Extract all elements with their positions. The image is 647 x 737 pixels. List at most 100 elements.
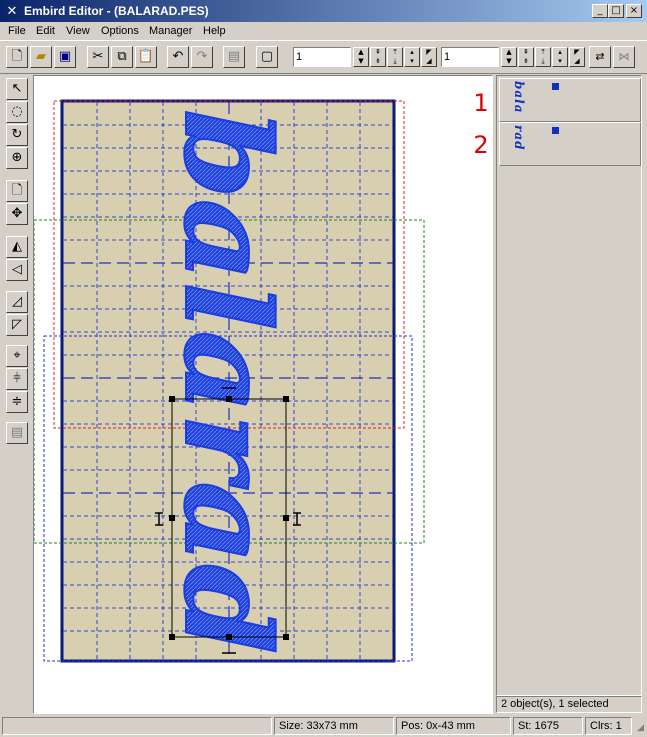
- rotate-right-tool[interactable]: ◸: [6, 314, 28, 336]
- flip-vertical-icon: ◁: [12, 262, 22, 277]
- spin-up-down-3[interactable]: ⤒ ⤓: [387, 47, 403, 67]
- align-horizontal-tool[interactable]: ≑: [6, 391, 28, 413]
- rotate-left-tool[interactable]: ◿: [6, 291, 28, 313]
- embroidered-design-text[interactable]: balarad: [157, 108, 298, 655]
- minimize-button[interactable]: _: [592, 4, 608, 18]
- spin-arrows-icon: ▴ ▾: [410, 48, 414, 65]
- object-1-number: 1: [473, 89, 489, 117]
- resize-handle-e[interactable]: [283, 515, 289, 521]
- zoom-icon: ⊕: [11, 150, 23, 165]
- rotate-tool[interactable]: ↻: [6, 124, 28, 146]
- maximize-button[interactable]: □: [608, 4, 624, 18]
- copy-button[interactable]: ⧉: [111, 46, 133, 68]
- color-marker-icon: [552, 127, 559, 134]
- border-icon: ▢: [260, 49, 274, 64]
- resize-handle-nw[interactable]: [169, 396, 175, 402]
- arrow-pointer-icon: ↖: [11, 81, 23, 96]
- undo-button[interactable]: ↶: [167, 46, 189, 68]
- mirror-button[interactable]: ⇄: [589, 46, 611, 68]
- spin-arrows-icon: ⇞ ⇟: [523, 48, 529, 65]
- border-button[interactable]: ▢: [256, 46, 278, 68]
- undo-icon: ↶: [172, 49, 184, 64]
- paste-icon: 📋: [137, 49, 155, 64]
- flip-horizontal-icon: ◭: [12, 239, 22, 254]
- design-workspace[interactable]: balarad: [33, 75, 493, 714]
- spin-arrows-icon: ⇞ ⇟: [375, 48, 381, 65]
- object-status: 2 object(s), 1 selected: [496, 696, 642, 713]
- mirror-icon: ⇄: [595, 50, 605, 63]
- spin-arrows-icon: ⤒ ⤓: [393, 48, 397, 65]
- merge-button[interactable]: ⋈: [613, 46, 635, 68]
- object-1-preview: bala: [512, 81, 526, 114]
- page-tool[interactable]: 🗋: [6, 180, 28, 202]
- object-item-1[interactable]: bala: [499, 78, 641, 122]
- object-item-2[interactable]: rad: [499, 122, 641, 166]
- close-button[interactable]: ×: [626, 4, 642, 18]
- save-icon: ▣: [58, 49, 72, 64]
- select-tool[interactable]: ↖: [6, 78, 28, 100]
- resize-handle-se[interactable]: [283, 634, 289, 640]
- align-vertical-tool[interactable]: ⫩: [6, 368, 28, 390]
- maximize-icon: □: [611, 5, 621, 16]
- spin-up-down-4[interactable]: ▴ ▾: [404, 47, 420, 67]
- spin-up-down-1[interactable]: ▲ ▼: [353, 47, 369, 67]
- spin-up-down-6[interactable]: ⇞ ⇟: [518, 47, 534, 67]
- status-size: Size: 33x73 mm: [274, 717, 394, 735]
- spin-up-down-2[interactable]: ⇞ ⇟: [370, 47, 386, 67]
- open-folder-icon: ▰: [36, 49, 46, 64]
- menu-bar: File Edit View Options Manager Help: [0, 22, 647, 40]
- status-stitches: St: 1675: [513, 717, 583, 735]
- value-field-1[interactable]: 1: [293, 47, 351, 67]
- spin-corner-1[interactable]: ◤ ◢: [421, 47, 437, 67]
- spin-arrows-icon: ▴ ▾: [558, 48, 562, 65]
- status-position: Pos: 0x-43 mm: [396, 717, 511, 735]
- minimize-icon: _: [597, 5, 603, 16]
- title-bar[interactable]: ✕ Embird Editor - (BALARAD.PES) _ □ ×: [0, 0, 647, 22]
- corner-arrows-icon: ◤ ◢: [426, 48, 432, 65]
- design-canvas[interactable]: balarad: [34, 76, 492, 713]
- redo-icon: ↷: [196, 49, 208, 64]
- save-button[interactable]: ▣: [54, 46, 76, 68]
- zoom-tool[interactable]: ⊕: [6, 147, 28, 169]
- spin-corner-2[interactable]: ◤ ◢: [569, 47, 585, 67]
- lasso-tool[interactable]: ◌: [6, 101, 28, 123]
- menu-manager[interactable]: Manager: [149, 24, 192, 38]
- properties-button[interactable]: ▤: [223, 46, 245, 68]
- center-tool[interactable]: ⌖: [6, 345, 28, 367]
- resize-handle-n[interactable]: [226, 396, 232, 402]
- flip-horizontal-tool[interactable]: ◭: [6, 236, 28, 258]
- corner-arrows-icon: ◤ ◢: [574, 48, 580, 65]
- resize-handle-ne[interactable]: [283, 396, 289, 402]
- value-field-2[interactable]: 1: [441, 47, 499, 67]
- resize-handle-s[interactable]: [226, 634, 232, 640]
- spin-arrows-icon: ⤒ ⤓: [541, 48, 545, 65]
- spin-arrows-icon: ▲ ▼: [506, 48, 512, 65]
- open-button[interactable]: ▰: [30, 46, 52, 68]
- menu-edit[interactable]: Edit: [36, 24, 55, 38]
- window-title: Embird Editor - (BALARAD.PES): [24, 4, 209, 18]
- menu-view[interactable]: View: [66, 24, 90, 38]
- properties-tool[interactable]: ▤: [6, 422, 28, 444]
- new-file-button[interactable]: 🗋: [6, 46, 28, 68]
- menu-file[interactable]: File: [8, 24, 26, 38]
- cut-button[interactable]: ✂: [87, 46, 109, 68]
- flip-vertical-tool[interactable]: ◁: [6, 259, 28, 281]
- object-list-panel: bala rad: [496, 75, 642, 696]
- status-colors: Clrs: 1: [585, 717, 632, 735]
- spin-up-down-8[interactable]: ▴ ▾: [552, 47, 568, 67]
- spin-up-down-7[interactable]: ⤒ ⤓: [535, 47, 551, 67]
- move-icon: ✥: [11, 206, 23, 221]
- copy-icon: ⧉: [117, 49, 127, 64]
- redo-button[interactable]: ↷: [191, 46, 213, 68]
- menu-help[interactable]: Help: [203, 24, 226, 38]
- align-vertical-icon: ⫩: [13, 371, 21, 386]
- resize-handle-w[interactable]: [169, 515, 175, 521]
- crosshair-icon: ⌖: [13, 348, 21, 363]
- spin-up-down-5[interactable]: ▲ ▼: [501, 47, 517, 67]
- menu-options[interactable]: Options: [101, 24, 139, 38]
- resize-grip-icon[interactable]: ◢: [630, 722, 644, 735]
- move-tool[interactable]: ✥: [6, 203, 28, 225]
- resize-handle-sw[interactable]: [169, 634, 175, 640]
- paste-button[interactable]: 📋: [135, 46, 157, 68]
- app-needle-icon[interactable]: ✕: [4, 3, 20, 19]
